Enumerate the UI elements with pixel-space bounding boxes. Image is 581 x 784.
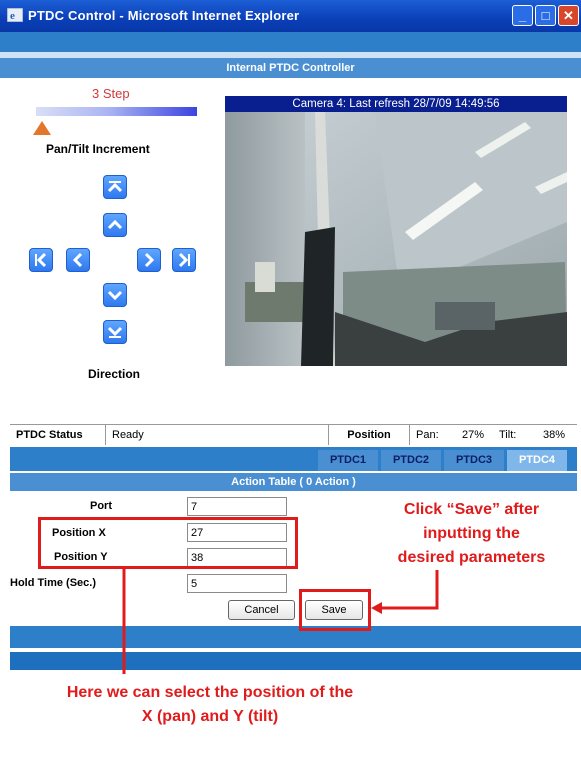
position-annotation-line1: Here we can select the position of the: [66, 684, 354, 701]
annotation-arrows: [122, 569, 439, 674]
position-annotation-line2: X (pan) and Y (tilt): [141, 708, 279, 725]
save-annotation: Click “Save” after inputting the desired…: [362, 499, 581, 568]
save-annotation-line1: Click “Save” after: [403, 501, 540, 518]
position-annotation: Here we can select the position of the X…: [10, 682, 410, 727]
save-annotation-line3: desired parameters: [397, 549, 546, 566]
save-annotation-line2: inputting the: [423, 525, 520, 542]
